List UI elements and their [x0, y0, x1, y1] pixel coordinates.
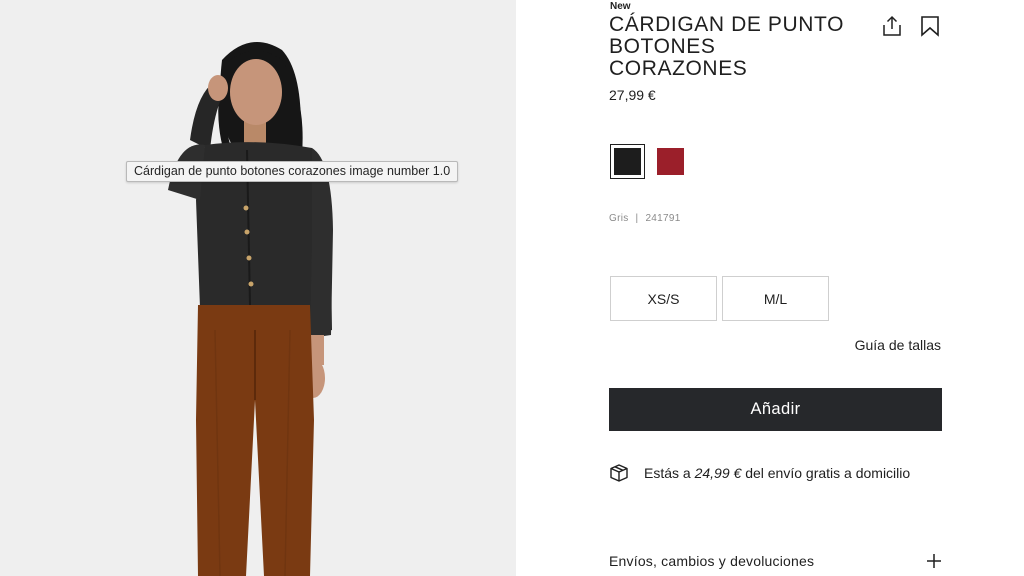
box-icon	[609, 462, 631, 484]
share-button[interactable]	[879, 13, 905, 39]
shipping-amount: 24,99 €	[694, 465, 742, 481]
bookmark-button[interactable]	[917, 13, 943, 39]
new-badge: New	[610, 1, 631, 12]
size-guide-link[interactable]: Guía de tallas	[855, 337, 941, 353]
product-reference: 241791	[645, 213, 681, 224]
bookmark-icon	[921, 16, 939, 37]
color-name: Gris	[609, 213, 629, 224]
size-option-xs-s[interactable]: XS/S	[610, 276, 717, 321]
product-image-panel[interactable]: Cárdigan de punto botones corazones imag…	[0, 0, 516, 576]
color-swatch-red[interactable]	[657, 148, 684, 175]
color-swatch-fill	[614, 148, 641, 175]
product-title: CÁRDIGAN DE PUNTO BOTONES CORAZONES	[609, 14, 859, 80]
image-tooltip: Cárdigan de punto botones corazones imag…	[126, 161, 459, 182]
shipping-suffix: del envío gratis a domicilio	[745, 465, 911, 481]
color-swatch-black[interactable]	[610, 144, 645, 179]
shipping-prefix: Estás a	[644, 465, 691, 481]
add-to-cart-button[interactable]: Añadir	[609, 388, 942, 431]
free-shipping-notice: Estás a 24,99 € del envío gratis a domic…	[609, 462, 910, 484]
product-photo	[168, 42, 333, 576]
plus-icon	[927, 554, 941, 568]
product-price: 27,99 €	[609, 87, 656, 103]
accordion-shipping-returns[interactable]: Envíos, cambios y devoluciones	[609, 549, 942, 573]
accordion-label: Envíos, cambios y devoluciones	[609, 553, 815, 569]
product-title-line: CÁRDIGAN DE PUNTO	[609, 13, 845, 36]
size-option-m-l[interactable]: M/L	[722, 276, 829, 321]
product-title-line: CORAZONES	[609, 57, 748, 80]
product-meta: Gris | 241791	[609, 213, 681, 224]
product-title-line: BOTONES	[609, 35, 716, 58]
meta-separator: |	[635, 213, 639, 224]
share-icon	[883, 15, 901, 36]
